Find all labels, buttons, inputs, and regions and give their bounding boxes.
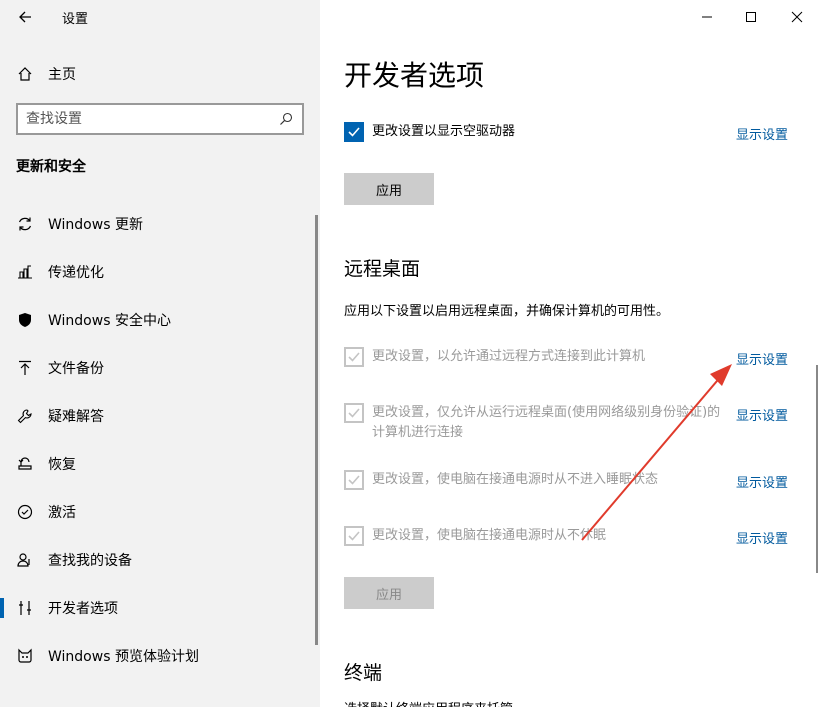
sidebar-item-find-my-device[interactable]: 查找我的设备 bbox=[0, 536, 320, 584]
sidebar-scrollbar[interactable] bbox=[315, 215, 318, 645]
sidebar-item-label: 激活 bbox=[48, 505, 76, 521]
maximize-button[interactable] bbox=[738, 4, 764, 30]
close-button[interactable] bbox=[784, 4, 810, 30]
sidebar-item-label: Windows 预览体验计划 bbox=[48, 649, 199, 665]
sidebar-item-label: 开发者选项 bbox=[48, 601, 118, 617]
checkbox-disabled[interactable] bbox=[344, 403, 364, 423]
recovery-icon bbox=[16, 455, 34, 473]
show-empty-drives-option: 更改设置以显示空驱动器 bbox=[344, 122, 722, 142]
upload-arrow-icon bbox=[16, 359, 34, 377]
apply-button[interactable]: 应用 bbox=[344, 173, 434, 205]
sidebar-item-label: 查找我的设备 bbox=[48, 553, 132, 569]
wrench-icon bbox=[16, 407, 34, 425]
checkbox-disabled[interactable] bbox=[344, 470, 364, 490]
sidebar-item-label: 传递优化 bbox=[48, 265, 104, 281]
checkbox-checked[interactable] bbox=[344, 122, 364, 142]
check-circle-icon bbox=[16, 503, 34, 521]
show-settings-link[interactable]: 显示设置 bbox=[736, 528, 788, 547]
sidebar-item-developer-options[interactable]: 开发者选项 bbox=[0, 584, 320, 632]
remote-desktop-description: 应用以下设置以启用远程桌面，并确保计算机的可用性。 bbox=[344, 304, 670, 319]
sidebar-item-label: Windows 安全中心 bbox=[48, 313, 171, 329]
sidebar-item-windows-insider[interactable]: Windows 预览体验计划 bbox=[0, 632, 320, 680]
minimize-button[interactable] bbox=[694, 4, 720, 30]
main-panel: 开发者选项 更改设置以显示空驱动器 显示设置 应用 远程桌面 应用以下设置以启用… bbox=[320, 0, 820, 707]
sidebar-item-delivery-optimization[interactable]: 传递优化 bbox=[0, 248, 320, 296]
sidebar-item-windows-update[interactable]: Windows 更新 bbox=[0, 200, 320, 248]
annotation-arrow bbox=[581, 364, 732, 541]
checkmark-icon bbox=[348, 531, 360, 541]
show-settings-link[interactable]: 显示设置 bbox=[736, 405, 788, 424]
search-input[interactable] bbox=[26, 111, 278, 127]
remote-desktop-heading: 远程桌面 bbox=[344, 258, 421, 280]
checkmark-icon bbox=[348, 127, 360, 137]
home-icon bbox=[16, 65, 34, 83]
main-scrollbar[interactable] bbox=[816, 365, 818, 573]
checkbox-disabled[interactable] bbox=[344, 526, 364, 546]
checkbox-label: 更改设置以显示空驱动器 bbox=[372, 124, 516, 139]
minimize-icon bbox=[702, 16, 712, 18]
person-location-icon bbox=[16, 551, 34, 569]
shield-icon bbox=[16, 311, 34, 329]
sidebar-item-label: Windows 更新 bbox=[48, 217, 143, 233]
sidebar-nav: Windows 更新 传递优化 Windows 安全中心 文件备份 疑难解答 恢… bbox=[0, 200, 320, 680]
refresh-icon bbox=[16, 215, 34, 233]
page-title: 开发者选项 bbox=[344, 59, 485, 92]
search-box[interactable] bbox=[16, 103, 304, 135]
terminal-heading: 终端 bbox=[344, 662, 383, 684]
sidebar-item-activation[interactable]: 激活 bbox=[0, 488, 320, 536]
sidebar-item-label: 恢复 bbox=[48, 457, 76, 473]
maximize-icon bbox=[746, 12, 756, 22]
back-arrow-icon bbox=[19, 11, 31, 23]
checkbox-disabled[interactable] bbox=[344, 347, 364, 367]
developer-tools-icon bbox=[16, 599, 34, 617]
checkmark-icon bbox=[348, 408, 360, 418]
sidebar: 设置 主页 更新和安全 Windows 更新 传递优化 Windows 安全中心… bbox=[0, 0, 320, 707]
search-icon[interactable] bbox=[278, 111, 294, 127]
close-icon bbox=[791, 11, 803, 23]
sidebar-item-backup[interactable]: 文件备份 bbox=[0, 344, 320, 392]
insider-cat-icon bbox=[16, 647, 34, 665]
section-title: 更新和安全 bbox=[16, 159, 86, 175]
delivery-optimization-icon bbox=[16, 263, 34, 281]
show-settings-link[interactable]: 显示设置 bbox=[736, 124, 788, 143]
show-settings-link[interactable]: 显示设置 bbox=[736, 472, 788, 491]
home-label: 主页 bbox=[48, 67, 76, 83]
sidebar-item-label: 文件备份 bbox=[48, 361, 104, 377]
remote-apply-button[interactable]: 应用 bbox=[344, 577, 434, 609]
sidebar-item-troubleshoot[interactable]: 疑难解答 bbox=[0, 392, 320, 440]
back-button[interactable] bbox=[12, 4, 38, 30]
checkmark-icon bbox=[348, 352, 360, 362]
sidebar-item-windows-security[interactable]: Windows 安全中心 bbox=[0, 296, 320, 344]
sidebar-item-label: 疑难解答 bbox=[48, 409, 104, 425]
terminal-description: 选择默认终端应用程序来托管 bbox=[344, 698, 513, 707]
home-nav[interactable]: 主页 bbox=[16, 64, 76, 84]
app-title: 设置 bbox=[62, 12, 89, 27]
sidebar-item-recovery[interactable]: 恢复 bbox=[0, 440, 320, 488]
checkmark-icon bbox=[348, 475, 360, 485]
show-settings-link[interactable]: 显示设置 bbox=[736, 349, 788, 368]
